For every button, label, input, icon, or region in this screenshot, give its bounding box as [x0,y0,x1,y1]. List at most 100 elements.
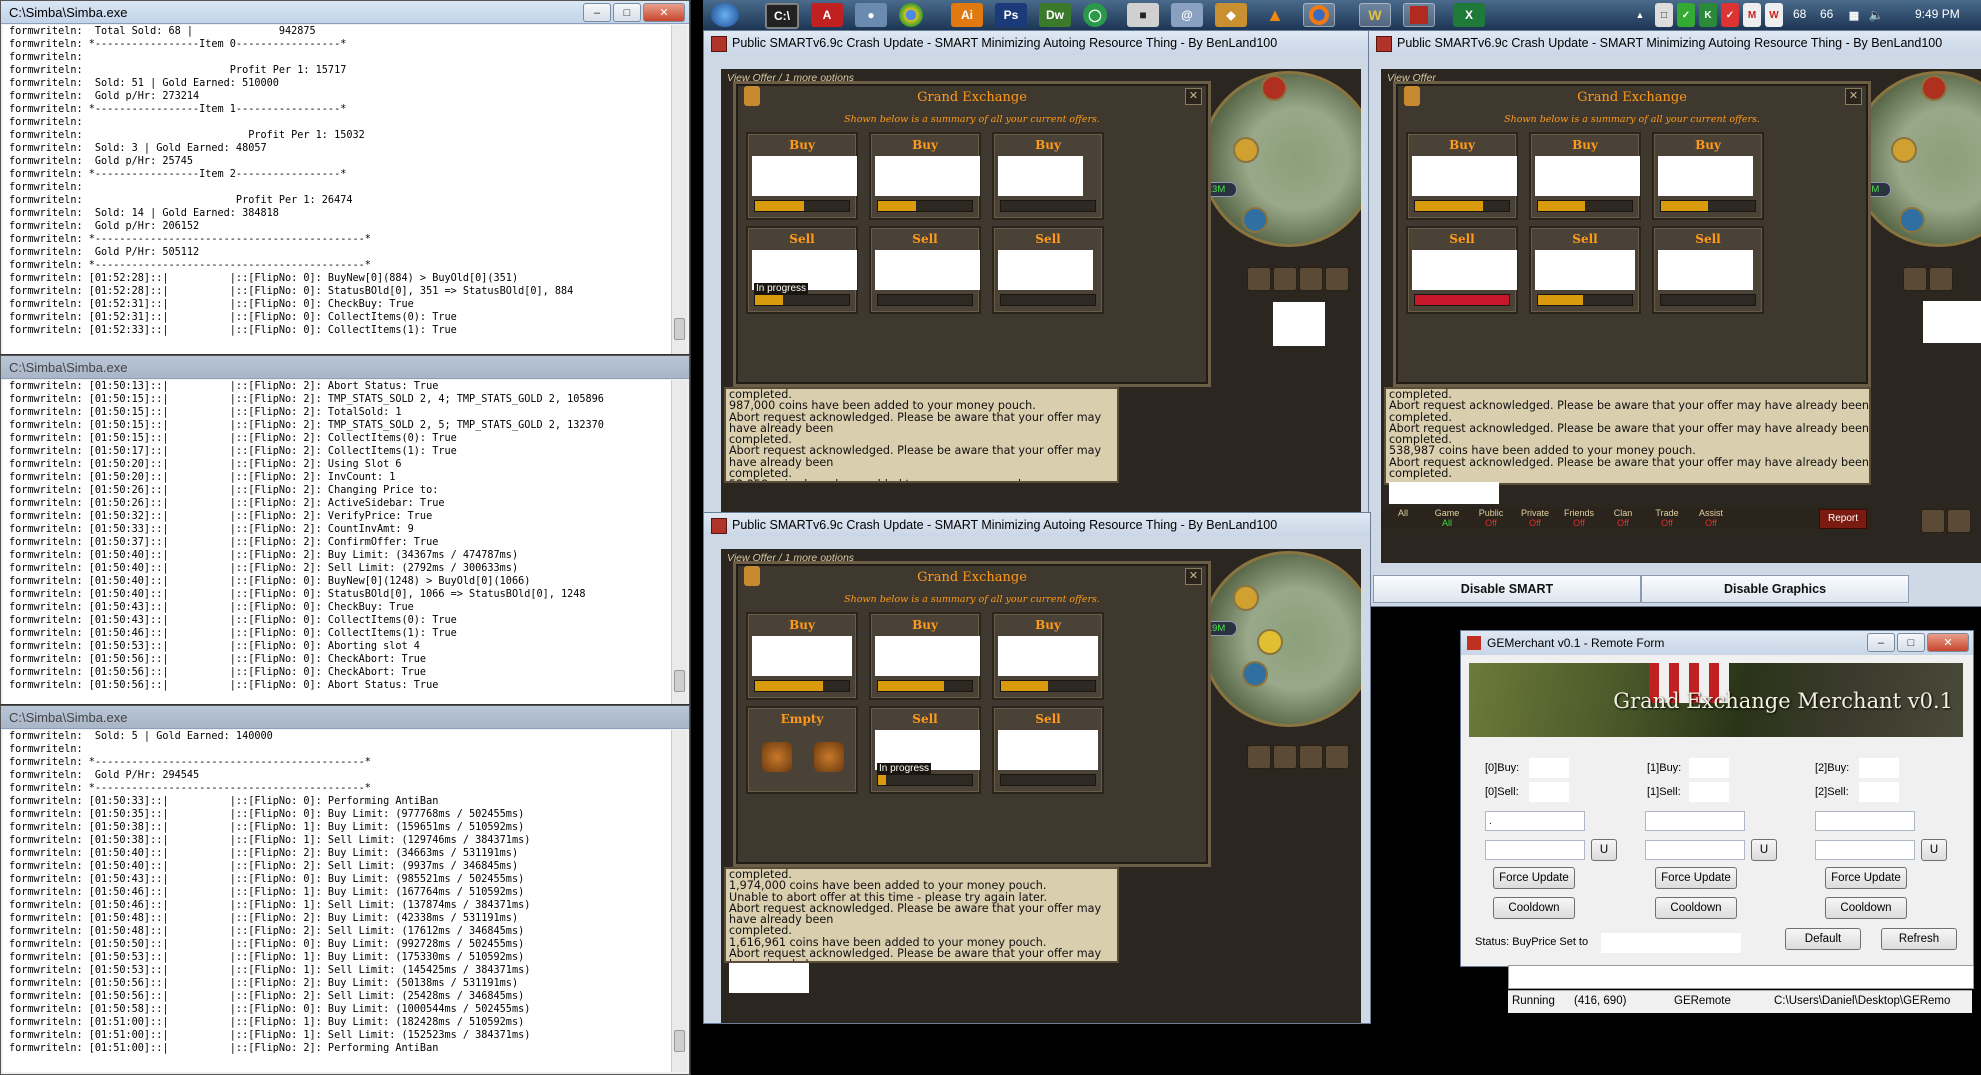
combat-tab-icon[interactable] [1247,267,1271,291]
smart-titlebar[interactable]: Public SMARTv6.9c Crash Update - SMART M… [1369,31,1981,55]
tray-icon[interactable]: ✓ [1677,3,1695,27]
cooldown-button-2[interactable]: Cooldown [1825,897,1907,919]
cooldown-button-0[interactable]: Cooldown [1493,897,1575,919]
world-map-icon[interactable] [1242,207,1268,233]
maximize-icon[interactable]: □ [1897,633,1925,652]
console-titlebar[interactable]: C:\Simba\Simba.exe – □ ✕ [1,1,689,24]
close-icon[interactable]: ✕ [643,3,685,22]
smart-titlebar[interactable]: Public SMARTv6.9c Crash Update - SMART M… [704,513,1370,537]
chat-tab-game[interactable]: Game All [1425,507,1469,529]
volume-icon[interactable]: 🔈 [1867,3,1885,27]
close-icon[interactable]: ✕ [1185,568,1202,585]
game-viewport[interactable]: View Offer / 1 more options 19M Grand Ex… [721,549,1361,1023]
app-icon[interactable] [1403,3,1435,27]
start-orb-icon[interactable] [711,3,739,27]
pdf-icon[interactable]: A [811,3,843,27]
dreamweaver-icon[interactable]: Dw [1039,3,1071,27]
update-button-1[interactable]: U [1751,839,1777,861]
network-icon[interactable]: ▦ [1845,3,1863,27]
combat-tab-icon[interactable] [1247,745,1271,769]
offer-slot-buy[interactable]: Buy [869,132,981,220]
vlc-icon[interactable]: ▲ [1259,3,1291,27]
app-icon[interactable]: ● [855,3,887,27]
refresh-button[interactable]: Refresh [1881,928,1957,950]
photoshop-icon[interactable]: Ps [995,3,1027,27]
combat-tab-icon[interactable] [1903,267,1927,291]
minimize-icon[interactable]: – [583,3,611,22]
force-update-button-1[interactable]: Force Update [1655,867,1737,889]
scrollbar[interactable] [671,25,687,354]
update-input-1[interactable] [1645,840,1745,860]
runescape-icon[interactable]: W [1359,3,1391,27]
close-icon[interactable]: ✕ [1927,633,1969,652]
close-icon[interactable]: ✕ [1185,88,1202,105]
firefox-icon[interactable] [1303,3,1335,27]
prayer-tab-icon[interactable] [1325,267,1349,291]
game-viewport[interactable]: View Offer / 1 more options 13M Grand Ex… [721,69,1361,519]
friends-tab-icon[interactable] [1921,509,1945,533]
update-button-0[interactable]: U [1591,839,1617,861]
offer-slot-sell[interactable]: Sell In progress [746,226,858,314]
scrollbar[interactable] [671,380,687,704]
world-map-icon[interactable] [1242,661,1268,687]
game-viewport[interactable]: View Offer 22M Grand Exchange Shown belo… [1381,69,1981,563]
xp-orb-icon[interactable] [1233,137,1259,163]
offer-slot-sell[interactable]: Sell [869,226,981,314]
cooldown-button-1[interactable]: Cooldown [1655,897,1737,919]
maximize-icon[interactable]: □ [613,3,641,22]
xp-orb-icon[interactable] [1891,137,1917,163]
offer-slot-buy[interactable]: Buy [1529,132,1641,220]
price-input-2[interactable] [1815,811,1915,831]
force-update-button-0[interactable]: Force Update [1493,867,1575,889]
chat-tab-friends[interactable]: Friends Off [1557,507,1601,529]
offer-slot-sell[interactable]: Sell [992,706,1104,794]
xp-orb-icon[interactable] [1233,585,1259,611]
prayer-tab-icon[interactable] [1325,745,1349,769]
offer-slot-buy[interactable]: Buy [869,612,981,700]
console-titlebar[interactable]: C:\Simba\Simba.exe [1,706,689,729]
disable-graphics-button[interactable]: Disable Graphics [1641,575,1909,603]
update-input-0[interactable] [1485,840,1585,860]
smart-titlebar[interactable]: Public SMARTv6.9c Crash Update - SMART M… [704,31,1370,55]
offer-slot-buy[interactable]: Buy [1406,132,1518,220]
app-icon[interactable]: ■ [1127,3,1159,27]
app-icon[interactable]: ◯ [1083,3,1107,27]
price-input-1[interactable] [1645,811,1745,831]
illustrator-icon[interactable]: Ai [951,3,983,27]
report-button[interactable]: Report [1819,509,1867,529]
clock[interactable]: 9:49 PM [1915,7,1960,21]
quest-tab-icon[interactable] [1273,267,1297,291]
chat-tab-clan[interactable]: Clan Off [1601,507,1645,529]
scrollbar[interactable] [671,730,687,1072]
offer-slot-sell[interactable]: Sell [992,226,1104,314]
tray-icon[interactable]: W [1765,3,1783,27]
default-button[interactable]: Default [1785,928,1861,950]
stats-tab-icon[interactable] [1299,745,1323,769]
offer-slot-buy[interactable]: Buy [1652,132,1764,220]
offer-slot-sell[interactable]: Sell [1652,226,1764,314]
console-titlebar[interactable]: C:\Simba\Simba.exe [1,356,689,379]
gem-titlebar[interactable]: GEMerchant v0.1 - Remote Form – □ ✕ [1461,631,1973,655]
excel-icon[interactable]: X [1453,3,1485,27]
compass-icon[interactable] [1921,75,1947,101]
stats-tab-icon[interactable] [1299,267,1323,291]
coin-bag-icon[interactable] [762,742,792,772]
compass-icon[interactable] [1261,75,1287,101]
chrome-icon[interactable] [899,3,923,27]
editor-input-strip[interactable] [1508,965,1974,989]
world-map-icon[interactable] [1899,207,1925,233]
offer-slot-sell[interactable]: Sell [1529,226,1641,314]
chat-tab-assist[interactable]: Assist Off [1689,507,1733,529]
cmd-icon[interactable]: C:\ [765,3,799,29]
offer-slot-sell[interactable]: Sell In progress [869,706,981,794]
close-icon[interactable]: ✕ [1845,88,1862,105]
minimize-icon[interactable]: – [1867,633,1895,652]
chat-tab-all[interactable]: All [1381,507,1425,529]
quest-tab-icon[interactable] [1273,745,1297,769]
chat-tab-public[interactable]: Public Off [1469,507,1513,529]
offer-slot-buy[interactable]: Buy [992,612,1104,700]
tray-expand-icon[interactable]: ▲ [1633,3,1647,27]
update-button-2[interactable]: U [1921,839,1947,861]
chat-tab-private[interactable]: Private Off [1513,507,1557,529]
disable-smart-button[interactable]: Disable SMART [1373,575,1641,603]
